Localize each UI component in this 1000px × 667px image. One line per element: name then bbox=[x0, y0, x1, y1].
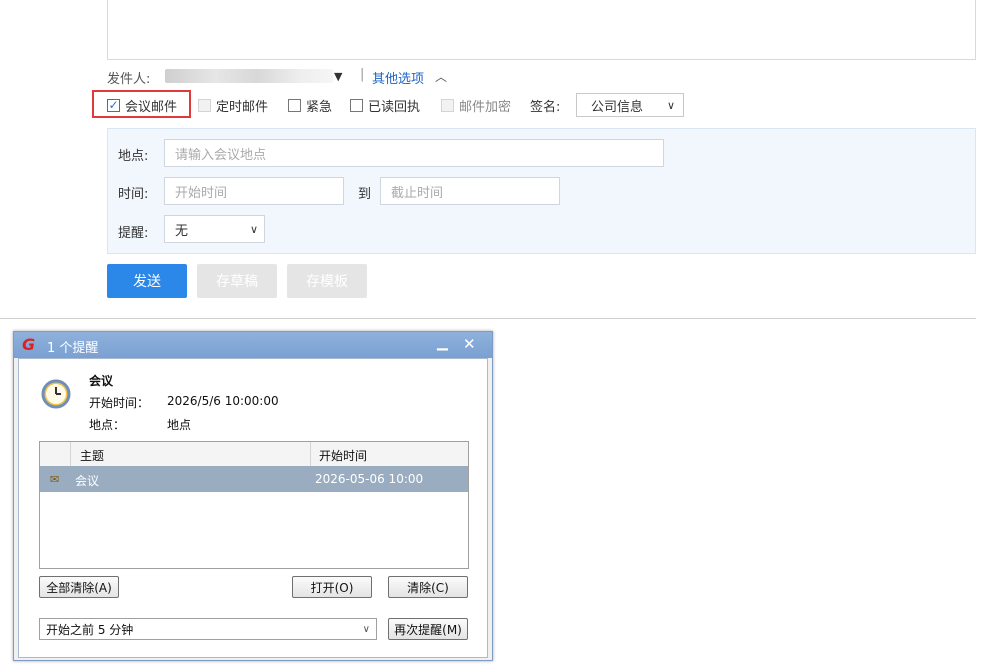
snooze-select[interactable]: 开始之前 5 分钟 ∨ bbox=[39, 618, 377, 640]
more-options-link[interactable]: 其他选项 bbox=[372, 68, 424, 87]
dialog-body: 会议 开始时间： 2026/5/6 10:00:00 地点： 地点 主题 开始时… bbox=[18, 358, 488, 658]
location-label: 地点: bbox=[118, 149, 149, 164]
dialog-titlebar[interactable]: G 1 个提醒 ▁ ✕ bbox=[14, 332, 492, 358]
time-label: 时间: bbox=[118, 187, 149, 202]
alarm-clock-icon bbox=[41, 379, 71, 409]
divider bbox=[0, 318, 976, 319]
checkbox-icon[interactable] bbox=[350, 99, 363, 112]
location-label: 地点： bbox=[89, 418, 126, 432]
read-receipt-checkbox[interactable]: 已读回执 bbox=[350, 96, 420, 115]
send-button[interactable]: 发送 bbox=[107, 264, 187, 298]
row-start-time: 2026-05-06 10:00 bbox=[315, 472, 424, 486]
dialog-title: 1 个提醒 bbox=[47, 341, 99, 356]
location-value: 地点 bbox=[167, 418, 192, 432]
scheduled-mail-checkbox[interactable]: 定时邮件 bbox=[198, 96, 268, 115]
start-time-value: 2026/5/6 10:00:00 bbox=[167, 394, 279, 408]
column-start-time[interactable]: 开始时间 bbox=[319, 447, 367, 464]
mail-body-editor[interactable] bbox=[107, 0, 976, 60]
end-time-input[interactable]: 截止时间 bbox=[380, 177, 560, 205]
minimize-icon[interactable]: ▁ bbox=[437, 335, 451, 351]
column-subject[interactable]: 主题 bbox=[80, 447, 104, 464]
reminder-dialog: G 1 个提醒 ▁ ✕ 会议 开始时间： 2026/5/6 10:00:00 地… bbox=[13, 331, 493, 661]
row-subject: 会议 bbox=[75, 474, 100, 488]
meeting-item-icon: ✉ bbox=[50, 473, 60, 486]
start-time-input[interactable]: 开始时间 bbox=[164, 177, 344, 205]
start-time-label: 开始时间： bbox=[89, 396, 150, 410]
open-button[interactable]: 打开(O) bbox=[292, 576, 372, 598]
app-logo-icon: G bbox=[22, 335, 36, 354]
checkbox-icon[interactable] bbox=[288, 99, 301, 112]
remind-select[interactable]: 无 ∨ bbox=[164, 215, 265, 243]
snooze-button[interactable]: 再次提醒(M) bbox=[388, 618, 468, 640]
meeting-mail-checkbox[interactable]: 会议邮件 bbox=[107, 96, 177, 115]
save-draft-button[interactable]: 存草稿 bbox=[197, 264, 277, 298]
chevron-down-icon: ∨ bbox=[666, 98, 675, 112]
chevron-down-icon: ∨ bbox=[362, 623, 370, 635]
signature-select[interactable]: 公司信息 ∨ bbox=[576, 93, 684, 117]
urgent-checkbox[interactable]: 紧急 bbox=[288, 96, 332, 115]
chevron-up-icon[interactable]: ︿ bbox=[435, 68, 447, 85]
meeting-options-panel: 地点: 请输入会议地点 时间: 开始时间 到 截止时间 提醒: 无 ∨ bbox=[107, 128, 976, 254]
close-icon[interactable]: ✕ bbox=[463, 335, 476, 353]
reminder-subject: 会议 bbox=[89, 374, 114, 388]
location-input[interactable]: 请输入会议地点 bbox=[164, 139, 664, 167]
list-header: 主题 开始时间 bbox=[40, 442, 468, 467]
table-row[interactable]: ✉ 会议 2026-05-06 10:00 bbox=[40, 466, 468, 492]
clear-all-button[interactable]: 全部清除(A) bbox=[39, 576, 119, 598]
remind-label: 提醒: bbox=[118, 226, 149, 241]
to-label: 到 bbox=[358, 187, 372, 202]
save-template-button[interactable]: 存模板 bbox=[287, 264, 367, 298]
checkbox-icon[interactable] bbox=[441, 99, 454, 112]
sender-dropdown-caret-icon[interactable]: ▼ bbox=[334, 70, 342, 83]
sender-address-redacted[interactable] bbox=[165, 69, 333, 83]
signature-label: 签名: bbox=[530, 100, 561, 115]
checkbox-icon[interactable] bbox=[198, 99, 211, 112]
sender-label: 发件人: bbox=[107, 72, 151, 87]
separator: | bbox=[360, 67, 365, 82]
reminder-list[interactable]: 主题 开始时间 ✉ 会议 2026-05-06 10:00 bbox=[39, 441, 469, 569]
checkbox-checked-icon[interactable] bbox=[107, 99, 120, 112]
chevron-down-icon: ∨ bbox=[249, 222, 258, 236]
clear-button[interactable]: 清除(C) bbox=[388, 576, 468, 598]
encrypt-checkbox[interactable]: 邮件加密 bbox=[441, 96, 511, 115]
